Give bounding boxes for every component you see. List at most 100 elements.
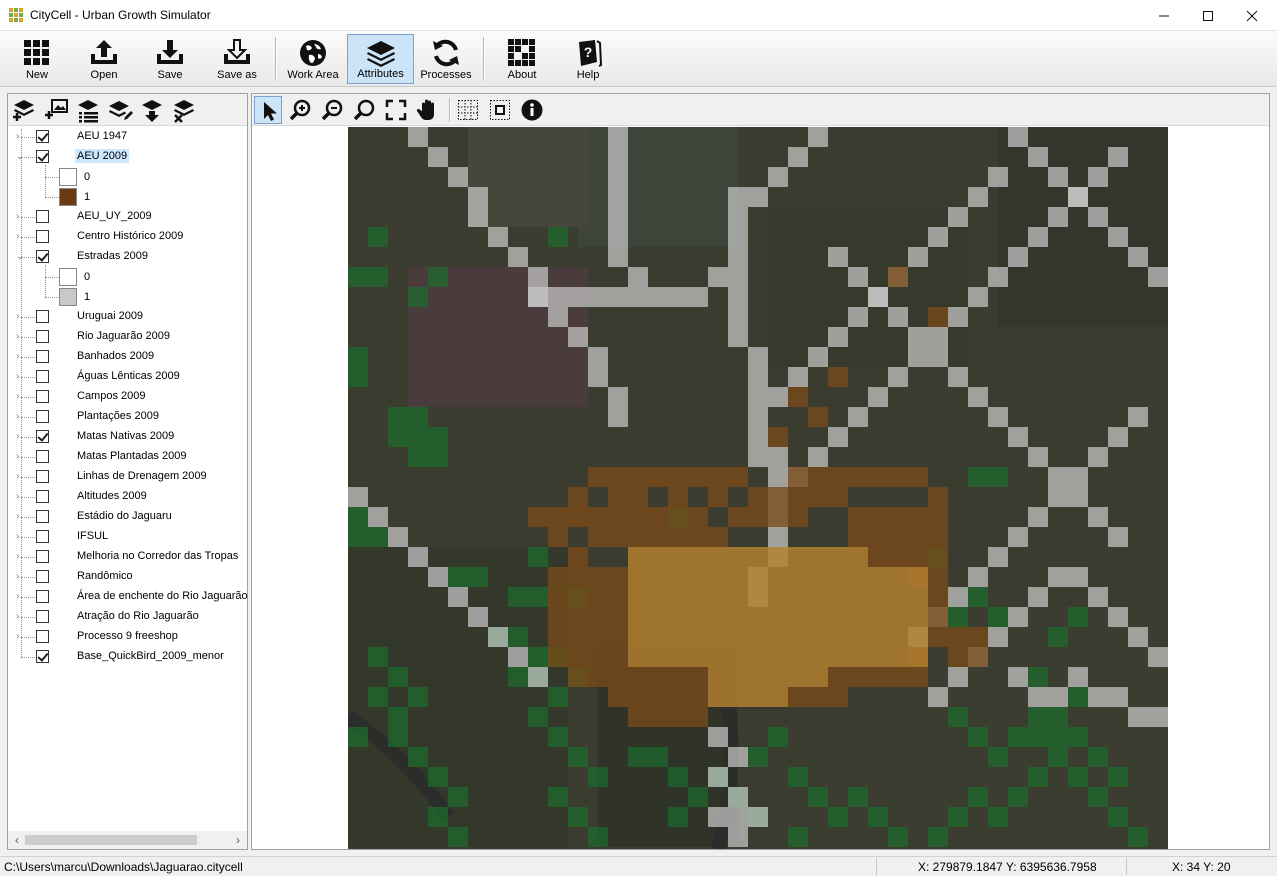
layer-visibility-checkbox[interactable] <box>36 370 49 383</box>
layer-name[interactable]: Banhados 2009 <box>75 349 156 363</box>
layer-name[interactable]: Processo 9 freeshop <box>75 629 180 643</box>
pointer-tool[interactable] <box>254 96 282 124</box>
layer-row[interactable]: Base_QuickBird_2009_menor <box>8 647 247 667</box>
layer-name[interactable]: Uruguai 2009 <box>75 309 145 323</box>
layer-down-button[interactable] <box>139 97 165 123</box>
layer-visibility-checkbox[interactable] <box>36 630 49 643</box>
save-button[interactable]: Save <box>138 34 202 84</box>
layer-row[interactable]: › Rio Jaguarão 2009 <box>8 327 247 347</box>
layer-visibility-checkbox[interactable] <box>36 510 49 523</box>
close-button[interactable] <box>1229 0 1275 31</box>
scrollbar-thumb[interactable] <box>25 835 197 845</box>
layer-visibility-checkbox[interactable] <box>36 590 49 603</box>
layer-visibility-checkbox[interactable] <box>36 550 49 563</box>
layer-visibility-checkbox[interactable] <box>36 210 49 223</box>
legend-color-swatch[interactable] <box>59 168 77 186</box>
layer-edit-button[interactable] <box>107 97 133 123</box>
layer-visibility-checkbox[interactable] <box>36 450 49 463</box>
new-button[interactable]: New <box>5 34 69 84</box>
layer-name[interactable]: Atração do Rio Jaguarão <box>75 609 201 623</box>
layer-name[interactable]: Estádio do Jaguaru <box>75 509 174 523</box>
layer-name[interactable]: Melhoria no Corredor das Tropas <box>75 549 240 563</box>
layer-row[interactable]: › Processo 9 freeshop <box>8 627 247 647</box>
attributes-button[interactable]: Attributes <box>347 34 414 84</box>
layer-row[interactable]: › Melhoria no Corredor das Tropas <box>8 547 247 567</box>
pan-tool[interactable] <box>414 96 442 124</box>
layer-visibility-checkbox[interactable] <box>36 310 49 323</box>
layer-visibility-checkbox[interactable] <box>36 490 49 503</box>
maximize-button[interactable] <box>1185 0 1231 31</box>
map-canvas[interactable] <box>348 127 1168 849</box>
layer-row[interactable]: ⌄ Estradas 2009 <box>8 247 247 267</box>
layer-row[interactable]: › Linhas de Drenagem 2009 <box>8 467 247 487</box>
layer-name[interactable]: Centro Histórico 2009 <box>75 229 185 243</box>
layer-row[interactable]: › Matas Nativas 2009 <box>8 427 247 447</box>
layer-row[interactable]: › Altitudes 2009 <box>8 487 247 507</box>
layer-row[interactable]: › Matas Plantadas 2009 <box>8 447 247 467</box>
layer-name[interactable]: Águas Lênticas 2009 <box>75 369 182 383</box>
zoom-tool[interactable] <box>350 96 378 124</box>
layer-row[interactable]: › Centro Histórico 2009 <box>8 227 247 247</box>
layer-row[interactable]: › Área de enchente do Rio Jaguarão <box>8 587 247 607</box>
info-tool[interactable] <box>518 96 546 124</box>
legend-color-swatch[interactable] <box>59 268 77 286</box>
layer-row[interactable]: › Estádio do Jaguaru <box>8 507 247 527</box>
layer-visibility-checkbox[interactable] <box>36 390 49 403</box>
layer-name[interactable]: Campos 2009 <box>75 389 148 403</box>
add-image-button[interactable] <box>43 97 69 123</box>
layer-visibility-checkbox[interactable] <box>36 350 49 363</box>
layer-name[interactable]: Linhas de Drenagem 2009 <box>75 469 209 483</box>
open-button[interactable]: Open <box>72 34 136 84</box>
layer-visibility-checkbox[interactable] <box>36 650 49 663</box>
add-layer-button[interactable] <box>11 97 37 123</box>
layer-name[interactable]: IFSUL <box>75 529 110 543</box>
layer-row[interactable]: › Randômico <box>8 567 247 587</box>
processes-button[interactable]: Processes <box>414 34 478 84</box>
layer-visibility-checkbox[interactable] <box>36 430 49 443</box>
scroll-left-icon[interactable]: ‹ <box>10 833 24 847</box>
layer-visibility-checkbox[interactable] <box>36 410 49 423</box>
scroll-right-icon[interactable]: › <box>231 833 245 847</box>
layer-row[interactable]: › AEU 1947 <box>8 127 247 147</box>
layer-visibility-checkbox[interactable] <box>36 530 49 543</box>
layer-row[interactable]: ⌄ AEU 2009 <box>8 147 247 167</box>
layer-name[interactable]: AEU_UY_2009 <box>75 209 154 223</box>
layer-visibility-checkbox[interactable] <box>36 250 49 263</box>
layer-visibility-checkbox[interactable] <box>36 570 49 583</box>
layer-visibility-checkbox[interactable] <box>36 470 49 483</box>
layer-row[interactable]: › Uruguai 2009 <box>8 307 247 327</box>
zoom-in-tool[interactable] <box>286 96 314 124</box>
layer-visibility-checkbox[interactable] <box>36 150 49 163</box>
layer-name[interactable]: Área de enchente do Rio Jaguarão <box>75 589 247 603</box>
layer-row[interactable]: › AEU_UY_2009 <box>8 207 247 227</box>
layer-row[interactable]: › IFSUL <box>8 527 247 547</box>
grid-tool[interactable] <box>454 96 482 124</box>
select-cell-tool[interactable] <box>486 96 514 124</box>
layer-name[interactable]: Altitudes 2009 <box>75 489 149 503</box>
about-button[interactable]: About <box>490 34 554 84</box>
legend-color-swatch[interactable] <box>59 288 77 306</box>
layer-row[interactable]: › Águas Lênticas 2009 <box>8 367 247 387</box>
minimize-button[interactable] <box>1141 0 1187 31</box>
layer-name[interactable]: Randômico <box>75 569 135 583</box>
layer-visibility-checkbox[interactable] <box>36 230 49 243</box>
layer-name[interactable]: Rio Jaguarão 2009 <box>75 329 172 343</box>
layer-name[interactable]: AEU 1947 <box>75 129 129 143</box>
layer-visibility-checkbox[interactable] <box>36 610 49 623</box>
layer-name[interactable]: Estradas 2009 <box>75 249 150 263</box>
layer-row[interactable]: › Plantações 2009 <box>8 407 247 427</box>
fit-extent-tool[interactable] <box>382 96 410 124</box>
layer-row[interactable]: › Banhados 2009 <box>8 347 247 367</box>
layer-row[interactable]: › Atração do Rio Jaguarão <box>8 607 247 627</box>
layer-name[interactable]: AEU 2009 <box>75 149 130 163</box>
tree-horizontal-scrollbar[interactable]: ‹ › <box>8 831 247 849</box>
layer-name[interactable]: Matas Nativas 2009 <box>75 429 176 443</box>
save-as-button[interactable]: Save as <box>205 34 269 84</box>
layer-name[interactable]: Matas Plantadas 2009 <box>75 449 188 463</box>
zoom-out-tool[interactable] <box>318 96 346 124</box>
help-button[interactable]: ? Help <box>556 34 620 84</box>
layer-row[interactable]: › Campos 2009 <box>8 387 247 407</box>
layer-remove-button[interactable] <box>171 97 197 123</box>
layer-name[interactable]: Plantações 2009 <box>75 409 161 423</box>
work-area-button[interactable]: Work Area <box>281 34 345 84</box>
